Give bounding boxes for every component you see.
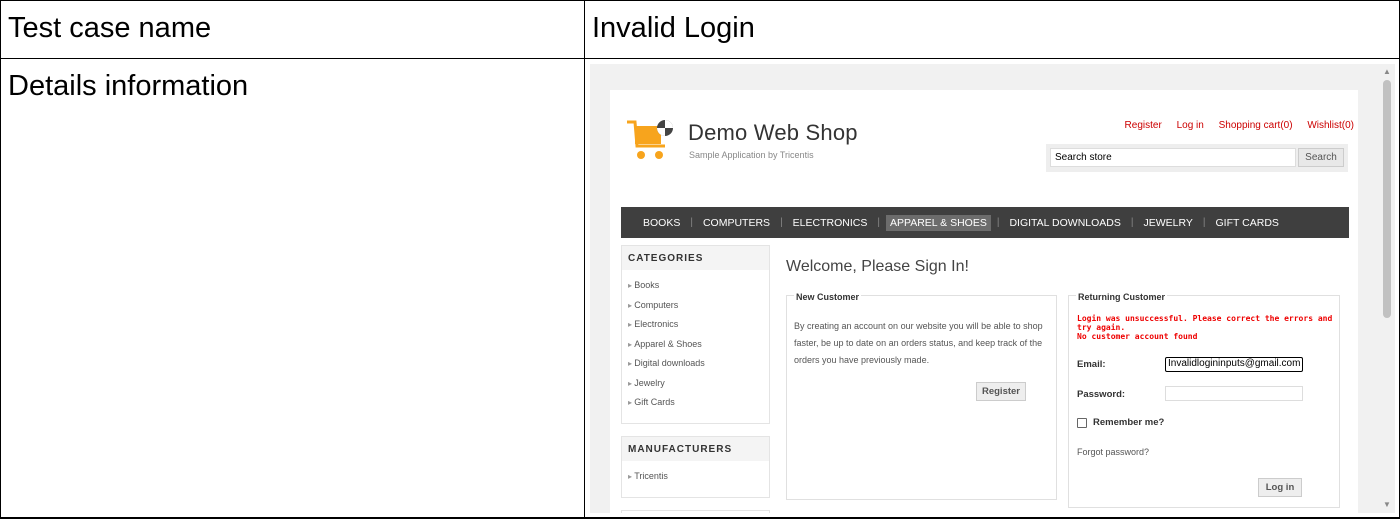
test-case-name-value: Invalid Login	[592, 12, 755, 44]
scroll-up-arrow-icon[interactable]: ▲	[1382, 67, 1392, 77]
shopping-cart-link[interactable]: Shopping cart(0)	[1219, 120, 1293, 131]
details-information-label: Details information	[8, 70, 249, 102]
search-bar: Search store Search	[1046, 144, 1348, 172]
manufacturers-list: Tricentis	[622, 461, 769, 493]
category-item[interactable]: Electronics	[628, 315, 763, 335]
search-button[interactable]: Search	[1298, 148, 1344, 167]
returning-customer-title: Returning Customer	[1076, 292, 1168, 302]
manufacturers-title: MANUFACTURERS	[622, 437, 769, 461]
categories-list: Books Computers Electronics Apparel & Sh…	[622, 270, 769, 419]
scroll-down-arrow-icon[interactable]: ▼	[1382, 500, 1392, 510]
register-button[interactable]: Register	[976, 382, 1026, 401]
shop-page: Demo Web Shop Sample Application by Tric…	[610, 90, 1358, 513]
column-divider	[584, 0, 585, 519]
login-button[interactable]: Log in	[1258, 478, 1302, 497]
remember-me-checkbox[interactable]	[1077, 417, 1087, 428]
page-title: Welcome, Please Sign In!	[786, 258, 969, 275]
vertical-scrollbar[interactable]: ▲ ▼	[1379, 64, 1395, 513]
password-label: Password:	[1077, 389, 1126, 400]
test-case-name-label: Test case name	[8, 12, 212, 44]
returning-customer-panel: Returning Customer Login was unsuccessfu…	[1068, 292, 1340, 508]
category-item[interactable]: Gift Cards	[628, 393, 763, 413]
menu-item-jewelry[interactable]: JEWELRY	[1134, 217, 1203, 229]
header-links: Register Log in Shopping cart(0) Wishlis…	[1113, 120, 1354, 131]
category-item[interactable]: Digital downloads	[628, 354, 763, 374]
new-customer-title: New Customer	[794, 292, 862, 302]
email-label: Email:	[1077, 359, 1106, 370]
menu-item-books[interactable]: BOOKS	[633, 217, 690, 229]
new-customer-panel: New Customer By creating an account on o…	[786, 292, 1057, 500]
shop-subtitle: Sample Application by Tricentis	[689, 150, 814, 160]
categories-block: CATEGORIES Books Computers Electronics A…	[621, 245, 770, 424]
sidebar-block-partial	[621, 510, 770, 513]
login-error-line: Login was unsuccessful. Please correct t…	[1077, 314, 1333, 332]
manufacturer-item[interactable]: Tricentis	[628, 467, 763, 487]
menu-item-computers[interactable]: COMPUTERS	[693, 217, 780, 229]
category-item[interactable]: Apparel & Shoes	[628, 335, 763, 355]
menu-item-apparel-shoes[interactable]: APPAREL & SHOES	[885, 214, 991, 231]
menu-item-electronics[interactable]: ELECTRONICS	[783, 217, 878, 229]
embedded-screenshot: Demo Web Shop Sample Application by Tric…	[590, 64, 1390, 513]
menu-separator: |	[877, 217, 880, 228]
forgot-password-link[interactable]: Forgot password?	[1077, 447, 1149, 457]
remember-me-label: Remember me?	[1093, 417, 1165, 428]
categories-title: CATEGORIES	[622, 246, 769, 270]
row-divider	[0, 58, 1400, 59]
new-customer-text: By creating an account on our website yo…	[794, 321, 1043, 365]
scroll-thumb[interactable]	[1383, 80, 1391, 318]
remember-me[interactable]: Remember me?	[1077, 417, 1164, 428]
email-field[interactable]: Invalidlogininputs@gmail.com	[1165, 357, 1303, 372]
wishlist-link[interactable]: Wishlist(0)	[1307, 120, 1354, 131]
login-error-detail: No customer account found	[1077, 332, 1198, 341]
login-error-message: Login was unsuccessful. Please correct t…	[1077, 314, 1337, 341]
top-menu: BOOKS | COMPUTERS | ELECTRONICS | APPARE…	[621, 207, 1349, 238]
menu-item-gift-cards[interactable]: GIFT CARDS	[1206, 217, 1289, 229]
register-link[interactable]: Register	[1125, 120, 1162, 131]
login-link[interactable]: Log in	[1177, 120, 1204, 131]
shop-title[interactable]: Demo Web Shop	[688, 120, 858, 146]
search-input[interactable]: Search store	[1050, 148, 1296, 167]
category-item[interactable]: Books	[628, 276, 763, 296]
manufacturers-block: MANUFACTURERS Tricentis	[621, 436, 770, 498]
category-item[interactable]: Jewelry	[628, 374, 763, 394]
shopping-cart-logo-icon	[627, 120, 673, 159]
category-item[interactable]: Computers	[628, 296, 763, 316]
password-field[interactable]	[1165, 386, 1303, 401]
menu-item-digital-downloads[interactable]: DIGITAL DOWNLOADS	[999, 217, 1130, 229]
